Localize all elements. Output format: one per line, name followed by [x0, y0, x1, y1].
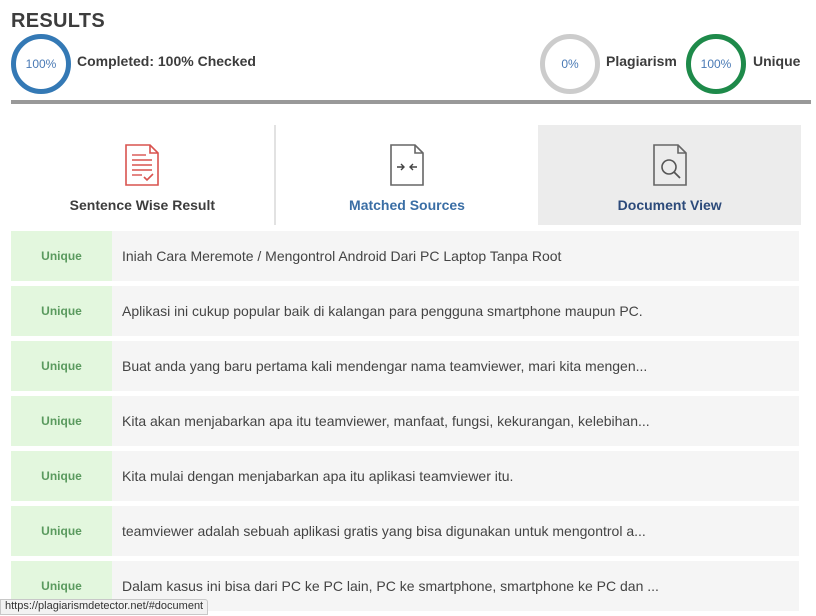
- sentence-text: Buat anda yang baru pertama kali mendeng…: [122, 358, 648, 374]
- sentence-list: Unique Iniah Cara Meremote / Mengontrol …: [11, 231, 799, 616]
- header-divider: [11, 100, 811, 104]
- browser-status-url: https://plagiarismdetector.net/#document: [0, 599, 208, 615]
- sentence-text: Iniah Cara Meremote / Mengontrol Android…: [122, 248, 562, 264]
- results-title: RESULTS: [11, 10, 105, 32]
- list-item: Unique teamviewer adalah sebuah aplikasi…: [11, 506, 799, 556]
- tab-matched-sources[interactable]: Matched Sources: [273, 125, 539, 225]
- sentence-text: Kita mulai dengan menjabarkan apa itu ap…: [122, 468, 514, 484]
- unique-progress-ring: 100%: [686, 34, 746, 94]
- document-compare-icon: [390, 144, 424, 186]
- plagiarism-progress-ring: 0%: [540, 34, 600, 94]
- plagiarism-percent: 0%: [561, 57, 579, 71]
- status-badge: Unique: [11, 341, 112, 391]
- tab-document-view[interactable]: Document View: [538, 125, 802, 225]
- list-item: Unique Buat anda yang baru pertama kali …: [11, 341, 799, 391]
- sentence-text: Kita akan menjabarkan apa itu teamviewer…: [122, 413, 650, 429]
- completed-percent: 100%: [25, 57, 57, 71]
- completed-progress-ring: 100%: [11, 34, 71, 94]
- status-badge: Unique: [11, 396, 112, 446]
- sentence-text: teamviewer adalah sebuah aplikasi gratis…: [122, 523, 646, 539]
- plagiarism-label: Plagiarism: [606, 53, 677, 69]
- list-item: Unique Kita mulai dengan menjabarkan apa…: [11, 451, 799, 501]
- tab-matched-sources-label: Matched Sources: [349, 197, 465, 213]
- list-item: Unique Iniah Cara Meremote / Mengontrol …: [11, 231, 799, 281]
- tab-sentence-wise-label: Sentence Wise Result: [69, 197, 216, 213]
- result-tabs: Sentence Wise Result Matched Sources Doc…: [11, 125, 802, 225]
- status-badge: Unique: [11, 506, 112, 556]
- status-badge: Unique: [11, 286, 112, 336]
- completed-label: Completed: 100% Checked: [77, 53, 256, 69]
- list-item: Unique Kita akan menjabarkan apa itu tea…: [11, 396, 799, 446]
- list-item: Unique Aplikasi ini cukup popular baik d…: [11, 286, 799, 336]
- sentence-text: Aplikasi ini cukup popular baik di kalan…: [122, 303, 643, 319]
- tab-document-view-label: Document View: [617, 197, 722, 213]
- unique-label: Unique: [753, 53, 801, 69]
- document-search-icon: [652, 144, 687, 186]
- document-check-icon: [125, 144, 160, 186]
- tab-sentence-wise-result[interactable]: Sentence Wise Result: [11, 125, 274, 225]
- status-badge: Unique: [11, 451, 112, 501]
- status-badge: Unique: [11, 231, 112, 281]
- unique-percent: 100%: [700, 57, 732, 71]
- sentence-text: Dalam kasus ini bisa dari PC ke PC lain,…: [122, 578, 659, 594]
